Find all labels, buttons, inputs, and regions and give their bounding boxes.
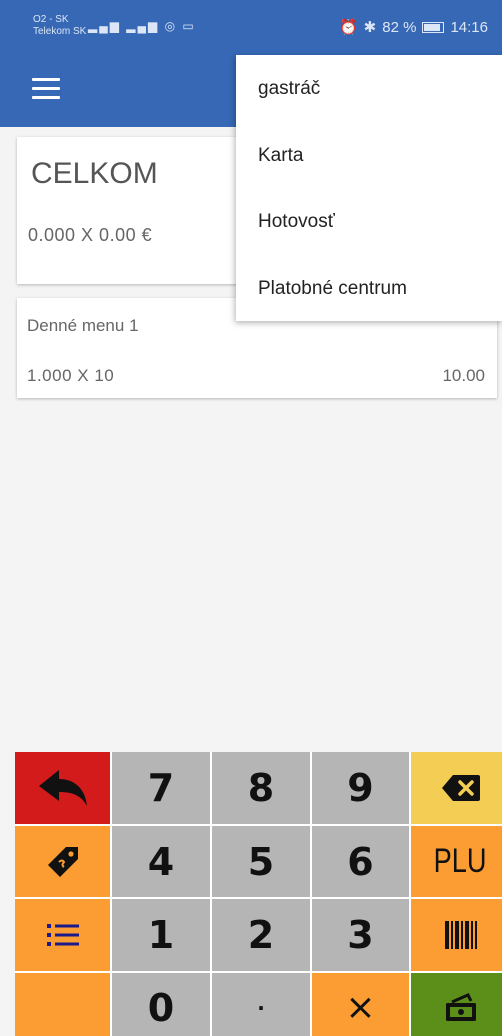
item-quantity: 1.000 X 10 (27, 366, 115, 385)
key-2[interactable]: 2 (212, 899, 310, 971)
plu-label: PLU (434, 842, 487, 880)
battery-percent: 82 % (382, 18, 417, 36)
pay-button[interactable] (411, 973, 502, 1036)
plu-button[interactable]: PLU (411, 826, 502, 897)
menu-item-platobne-centrum[interactable]: Platobné centrum (236, 255, 502, 322)
multiply-button[interactable]: × (312, 973, 409, 1036)
key-0[interactable]: 0 (112, 973, 210, 1036)
key-8[interactable]: 8 (212, 752, 310, 824)
key-1[interactable]: 1 (112, 899, 210, 971)
decimal-point-button[interactable]: · (212, 973, 310, 1036)
carrier-info: O2 - SK Telekom SK (33, 14, 86, 38)
item-price: 10.00 (442, 366, 485, 385)
item-name: Denné menu 1 (27, 316, 139, 335)
key-9[interactable]: 9 (312, 752, 409, 824)
cash-register-icon (445, 992, 476, 1021)
barcode-icon (444, 921, 477, 949)
empty-key[interactable] (15, 973, 110, 1036)
list-icon (46, 924, 79, 946)
key-3[interactable]: 3 (312, 899, 409, 971)
back-button[interactable] (15, 752, 110, 824)
total-title: CELKOM (31, 157, 158, 190)
backspace-button[interactable] (411, 752, 502, 824)
bluetooth-icon: ✱ (363, 19, 377, 36)
key-7[interactable]: 7 (112, 752, 210, 824)
total-summary: 0.000 X 0.00 € (28, 225, 153, 245)
alarm-icon: ⏰ (338, 19, 358, 36)
backspace-icon (441, 775, 480, 801)
key-5[interactable]: 5 (212, 826, 310, 897)
battery-icon (422, 21, 445, 33)
hamburger-menu-icon[interactable] (32, 78, 60, 100)
keypad: 7 8 9 4 5 6 PLU 1 2 3 0 · × (15, 752, 502, 1036)
signal-icon: ▂▄▆ ▂▄▆ ◎ ▭ (88, 19, 196, 33)
key-6[interactable]: 6 (312, 826, 409, 897)
key-4[interactable]: 4 (112, 826, 210, 897)
back-arrow-icon (38, 770, 87, 806)
tag-icon (47, 846, 78, 877)
clock: 14:16 (450, 18, 488, 36)
menu-item-gastrac[interactable]: gastráč (236, 55, 502, 122)
list-button[interactable] (15, 899, 110, 971)
barcode-button[interactable] (411, 899, 502, 971)
menu-item-hotovost[interactable]: Hotovosť (236, 188, 502, 255)
carrier-line-1: O2 - SK (33, 14, 69, 25)
carrier-line-2: Telekom SK (33, 26, 87, 37)
menu-item-karta[interactable]: Karta (236, 122, 502, 189)
discount-button[interactable] (15, 826, 110, 897)
status-right: ⏰ ✱ 82 % 14:16 (338, 18, 488, 37)
status-bar: O2 - SK Telekom SK ▂▄▆ ▂▄▆ ◎ ▭ ⏰ ✱ 82 % … (0, 0, 502, 52)
payment-menu: gastráč Karta Hotovosť Platobné centrum (236, 55, 502, 321)
